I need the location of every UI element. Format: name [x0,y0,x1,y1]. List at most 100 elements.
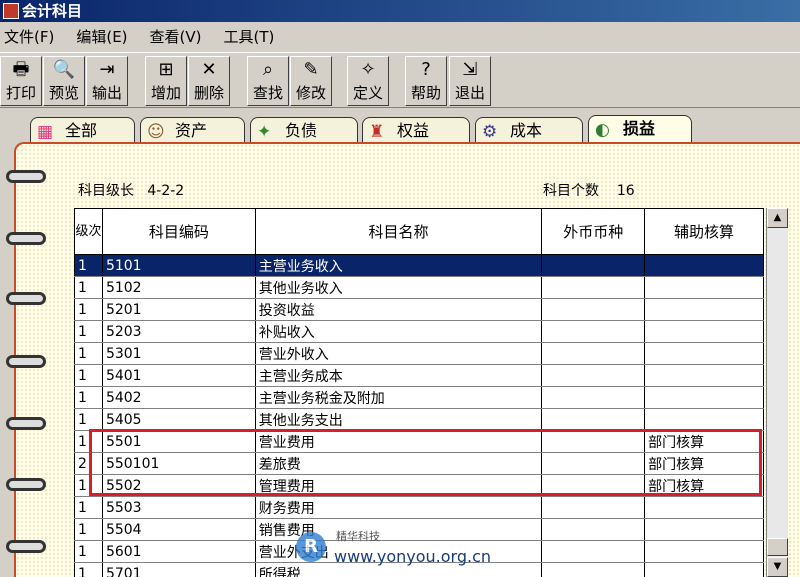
help-button[interactable]: ? 帮助 [405,56,447,106]
cell-level: 1 [74,518,103,541]
table-row[interactable]: 1 5402 主营业务税金及附加 [74,386,764,409]
cell-level: 1 [74,408,103,431]
binder-ring [6,417,46,430]
cell-currency [541,364,646,387]
print-button[interactable]: 🖶 打印 [0,56,42,106]
cell-aux [644,298,764,321]
menu-view[interactable]: 查看(V) [150,26,202,47]
account-count-label: 科目个数 [543,183,599,199]
liabilities-icon: ✦ [257,122,272,142]
cell-level: 1 [74,562,103,577]
app-icon [3,3,19,19]
cell-currency [541,562,646,577]
cell-level: 1 [74,342,103,365]
column-header-aux[interactable]: 辅助核算 [644,208,764,255]
wand-icon: ✧ [360,59,376,80]
export-button[interactable]: ⇥ 输出 [86,56,128,106]
table-row[interactable]: 1 5301 营业外收入 [74,342,764,365]
cell-name: 其他业务收入 [254,276,543,299]
cost-icon: ⚙ [482,122,498,142]
account-count-value: 16 [616,183,635,199]
tab-equity[interactable]: ♜ 权益 [362,117,470,145]
cell-aux [644,364,764,387]
vertical-scrollbar[interactable]: ▲ ▼ [766,208,788,577]
scroll-up-button[interactable]: ▲ [767,208,788,228]
edit-icon: ✎ [303,59,319,80]
menu-edit[interactable]: 编辑(E) [76,26,127,47]
binder-ring [6,478,46,491]
cell-aux [644,386,764,409]
column-header-currency[interactable]: 外币币种 [541,208,646,255]
cell-code: 5503 [101,496,256,519]
table-row[interactable]: 1 5102 其他业务收入 [74,276,764,299]
column-header-name[interactable]: 科目名称 [254,208,543,255]
cell-level: 1 [74,298,103,321]
cell-code: 5405 [101,408,256,431]
define-button[interactable]: ✧ 定义 [347,56,389,106]
cell-aux [644,518,764,541]
table-row[interactable]: 1 5503 财务费用 [74,496,764,519]
table-row[interactable]: 1 5201 投资收益 [74,298,764,321]
cell-code: 5201 [101,298,256,321]
cell-level: 1 [74,320,103,343]
assets-icon: ☺ [147,122,165,142]
exit-button[interactable]: ⇲ 退出 [449,56,491,106]
tab-profit-loss[interactable]: ◐ 损益 [588,115,692,145]
find-button[interactable]: ⌕ 查找 [247,56,289,106]
column-header-level[interactable]: 级次 [74,208,103,255]
binder-ring [6,170,46,183]
toolbar: 🖶 打印 🔍 预览 ⇥ 输出 ⊞ 增加 ✕ 删除 ⌕ 查找 ✎ 修改 ✧ 定义 … [0,52,800,108]
help-icon: ? [421,59,431,80]
all-icon: ▦ [37,122,54,142]
table-row[interactable]: 1 5401 主营业务成本 [74,364,764,387]
cell-code: 5701 [101,562,256,577]
binder-ring [6,292,46,305]
level-length-value: 4-2-2 [147,183,185,199]
cell-name: 财务费用 [254,496,543,519]
cell-currency [541,386,646,409]
menu-file[interactable]: 文件(F) [4,26,54,47]
scroll-down-button[interactable]: ▼ [767,557,788,577]
scroll-thumb[interactable] [767,538,788,556]
preview-icon: 🔍 [52,59,76,80]
cell-code: 5203 [101,320,256,343]
table-row[interactable]: 1 5405 其他业务支出 [74,408,764,431]
cell-currency [541,320,646,343]
cell-code: 5102 [101,276,256,299]
add-button[interactable]: ⊞ 增加 [145,56,187,106]
cell-name: 主营业务收入 [254,254,543,277]
cell-code: 5601 [101,540,256,563]
cell-code: 5504 [101,518,256,541]
cell-aux [644,562,764,577]
cell-code: 5401 [101,364,256,387]
cell-name: 营业外收入 [254,342,543,365]
watermark-logo: R [296,532,326,562]
preview-button[interactable]: 🔍 预览 [43,56,85,106]
equity-icon: ♜ [369,122,385,142]
cell-aux [644,342,764,365]
printer-icon: 🖶 [12,59,30,80]
cell-currency [541,298,646,321]
account-count-info: 科目个数 16 [543,180,635,200]
menu-tools[interactable]: 工具(T) [224,26,275,47]
table-row[interactable]: 1 5203 补贴收入 [74,320,764,343]
tab-liabilities[interactable]: ✦ 负债 [250,117,358,145]
tab-assets[interactable]: ☺ 资产 [140,117,245,145]
watermark-brand: 精华科技 [336,530,380,543]
cell-level: 1 [74,496,103,519]
profit-loss-icon: ◐ [595,120,610,140]
delete-icon: ✕ [201,59,217,80]
column-header-code[interactable]: 科目编码 [101,208,256,255]
cell-code: 5402 [101,386,256,409]
delete-button[interactable]: ✕ 删除 [188,56,230,106]
cell-name: 投资收益 [254,298,543,321]
cell-level: 1 [74,364,103,387]
add-icon: ⊞ [158,59,174,80]
edit-button[interactable]: ✎ 修改 [290,56,332,106]
cell-level: 1 [74,386,103,409]
tab-cost[interactable]: ⚙ 成本 [475,117,583,145]
export-icon: ⇥ [99,59,115,80]
tab-all[interactable]: ▦ 全部 [30,117,135,145]
table-row[interactable]: 1 5101 主营业务收入 [74,254,764,277]
cell-level: 1 [74,254,103,277]
